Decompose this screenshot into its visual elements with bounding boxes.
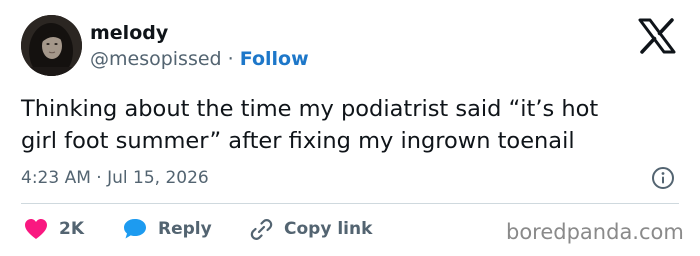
x-logo-icon[interactable] [637,18,677,54]
copy-link-button[interactable]: Copy link [248,216,372,242]
reply-label: Reply [158,219,212,239]
separator-dot: · [227,48,240,70]
display-name[interactable]: melody [90,21,168,45]
tweet-text-line-2: girl foot summer” after fixing my ingrow… [21,128,575,154]
info-icon[interactable] [651,166,675,190]
reply-button[interactable]: Reply [122,216,212,242]
speech-bubble-icon [124,219,146,239]
copy-link-label: Copy link [284,219,373,239]
tweet-text: Thinking about the time my podiatrist sa… [21,93,681,157]
tweet-timestamp[interactable]: 4:23 AM · Jul 15, 2026 [21,166,209,190]
like-count: 2K [59,219,85,239]
watermark: boredpanda.com [506,220,684,244]
avatar[interactable] [21,15,82,76]
link-icon [250,219,273,240]
heart-icon [25,219,47,239]
user-handle[interactable]: @mesopissed [90,48,222,70]
like-button[interactable]: 2K [23,216,84,242]
divider [21,203,679,204]
tweet-text-line-1: Thinking about the time my podiatrist sa… [21,96,599,122]
follow-button[interactable]: Follow [240,48,309,70]
handle-row: @mesopissed · Follow [90,47,309,71]
